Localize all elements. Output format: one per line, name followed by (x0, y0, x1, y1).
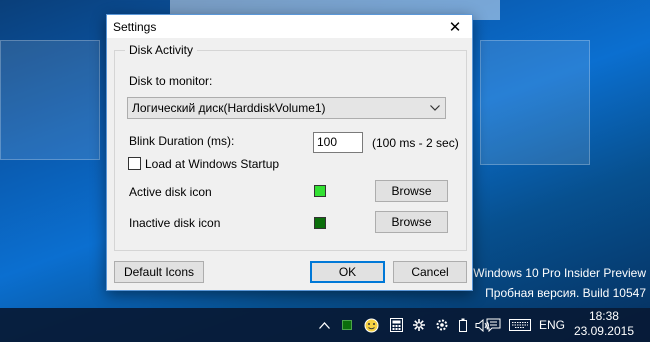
group-title: Disk Activity (125, 43, 198, 57)
power-icon[interactable] (456, 314, 470, 336)
disk-select[interactable]: Логический диск(HarddiskVolume1) (127, 97, 446, 119)
clock[interactable]: 18:38 23.09.2015 (574, 309, 634, 339)
notifications-icon[interactable] (484, 314, 502, 336)
disk-to-monitor-label: Disk to monitor: (129, 74, 213, 88)
blink-duration-value: 100 (317, 135, 338, 149)
close-icon: ✕ (448, 18, 462, 36)
windows-watermark: Windows 10 Pro Insider Preview Пробная в… (473, 266, 646, 300)
close-button[interactable]: ✕ (438, 15, 472, 38)
active-icon-label: Active disk icon (129, 185, 212, 199)
emoji-icon[interactable] (362, 314, 380, 336)
disk-select-value: Логический диск(HarddiskVolume1) (132, 101, 326, 115)
browse-inactive-button[interactable]: Browse (375, 211, 448, 233)
inactive-icon-label: Inactive disk icon (129, 216, 221, 230)
cancel-button[interactable]: Cancel (393, 261, 467, 283)
keyboard-icon[interactable] (507, 314, 533, 336)
dialog-title: Settings (113, 19, 157, 34)
desktop-light-pane (480, 40, 590, 165)
blink-duration-input[interactable]: 100 (313, 132, 363, 153)
disk-activity-icon[interactable] (339, 314, 355, 336)
dialog-titlebar[interactable]: Settings ✕ (107, 15, 472, 38)
watermark-line-1: Windows 10 Pro Insider Preview (473, 266, 646, 280)
startup-label[interactable]: Load at Windows Startup (145, 157, 279, 171)
ok-button[interactable]: OK (310, 261, 385, 283)
clock-time: 18:38 (588, 309, 619, 323)
default-icons-button[interactable]: Default Icons (114, 261, 204, 283)
settings-icon[interactable] (433, 314, 451, 336)
startup-checkbox[interactable] (128, 157, 141, 170)
network-icon[interactable] (410, 314, 428, 336)
taskbar: ENG 18:38 23.09.2015 (0, 308, 650, 342)
blink-duration-hint: (100 ms - 2 sec) (372, 136, 459, 150)
chevron-down-icon (428, 101, 442, 115)
watermark-line-2: Пробная версия. Build 10547 (485, 286, 646, 300)
language-indicator[interactable]: ENG (538, 314, 566, 336)
inactive-disk-icon (314, 217, 326, 229)
calculator-icon[interactable] (387, 314, 405, 336)
blink-duration-label: Blink Duration (ms): (129, 134, 235, 148)
settings-dialog: Settings ✕ Disk Activity Disk to monitor… (106, 14, 473, 291)
clock-date: 23.09.2015 (573, 324, 634, 338)
browse-active-button[interactable]: Browse (375, 180, 448, 202)
desktop-light-pane (0, 40, 100, 160)
active-disk-icon (314, 185, 326, 197)
chevron-up-icon[interactable] (315, 314, 333, 336)
